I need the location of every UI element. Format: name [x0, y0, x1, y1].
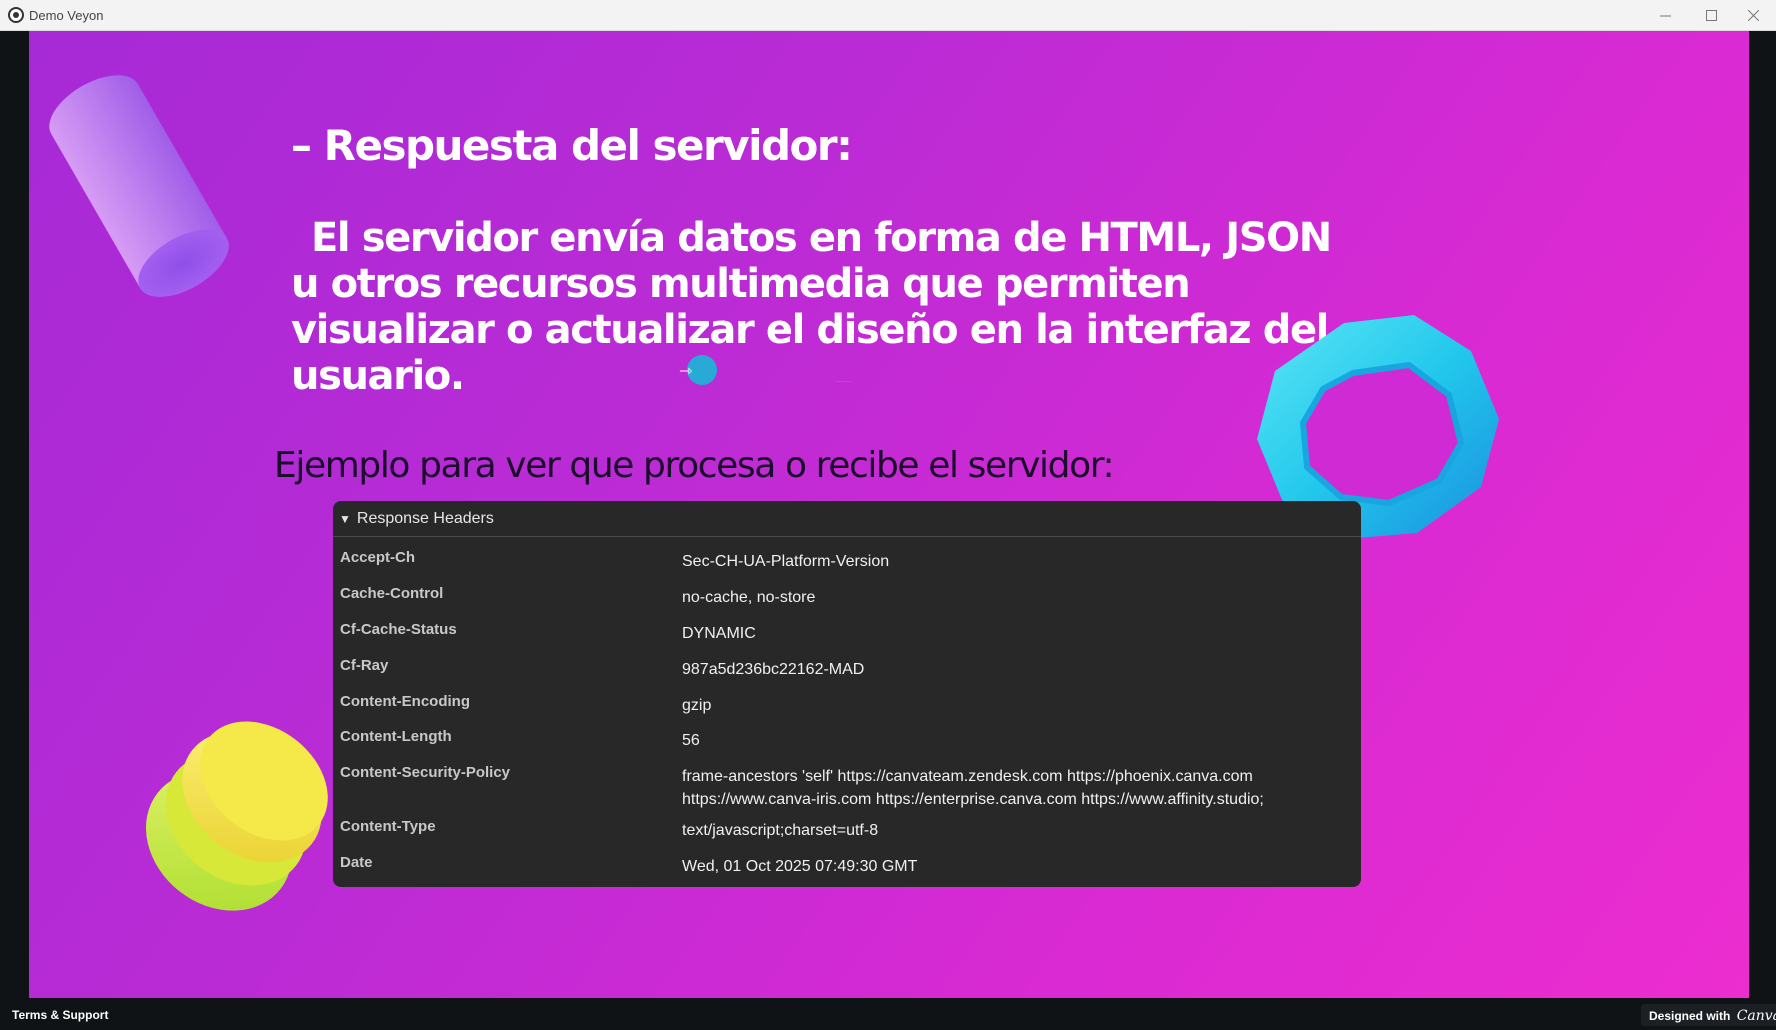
footer-bar: Terms & Support Designed with Canva [0, 998, 1776, 1030]
close-button[interactable] [1730, 0, 1776, 31]
paragraph-text: El servidor envía datos en forma de HTML… [291, 215, 1332, 399]
app-window: Demo Veyon – Respuesta del servidor: El … [0, 0, 1776, 1030]
slide-heading: – Respuesta del servidor: [291, 121, 853, 170]
header-value: 987a5d236bc22162-MAD [682, 661, 865, 678]
presentation-slide: – Respuesta del servidor: El servidor en… [29, 31, 1749, 998]
designed-with-canva-badge[interactable]: Designed with Canva [1641, 1004, 1776, 1026]
minimize-icon [1659, 15, 1671, 17]
header-value: text/javascript;charset=utf-8 [682, 822, 879, 839]
header-name: Content-Type [340, 818, 436, 835]
header-value: frame-ancestors 'self' https://canvateam… [682, 768, 1264, 808]
maximize-button[interactable] [1688, 0, 1734, 31]
minimize-button[interactable] [1642, 0, 1688, 31]
close-icon [1747, 10, 1759, 21]
designed-with-label: Designed with [1649, 1009, 1731, 1023]
header-value: DYNAMIC [682, 625, 756, 642]
terms-support-link[interactable]: Terms & Support [12, 1008, 108, 1022]
header-name: Content-Length [340, 728, 452, 745]
header-name: Content-Encoding [340, 693, 470, 710]
header-value: Sec-CH-UA-Platform-Version [682, 553, 890, 570]
caret-down-icon: ▼ [339, 511, 351, 526]
decorative-dash [835, 381, 851, 382]
header-name: Date [340, 854, 373, 871]
mouse-cursor-icon: ⇾ [679, 363, 693, 380]
header-name: Cache-Control [340, 585, 444, 602]
canva-logo: Canva [1736, 1008, 1776, 1024]
macaron-icon [145, 721, 328, 911]
header-name: Content-Security-Policy [340, 764, 511, 781]
response-headers-panel: ▼ Response Headers Accept-Ch Sec-CH-UA-P… [333, 501, 1361, 887]
panel-title: Response Headers [356, 509, 494, 527]
header-name: Accept-Ch [340, 549, 416, 566]
window-title: Demo Veyon [29, 8, 104, 23]
maximize-icon [1705, 10, 1717, 21]
purple-cylinder-shape [38, 61, 240, 311]
header-name: Cf-Ray [340, 657, 389, 674]
header-value: Wed, 01 Oct 2025 07:49:30 GMT [682, 858, 918, 875]
app-icon [8, 7, 24, 23]
title-bar: Demo Veyon [0, 0, 1776, 31]
header-value: no-cache, no-store [682, 589, 816, 606]
header-value: gzip [682, 697, 712, 714]
header-name: Cf-Cache-Status [340, 621, 457, 638]
cylinder-end-shape [127, 215, 240, 311]
header-value: 56 [682, 732, 700, 749]
response-headers-toggle[interactable]: ▼ Response Headers [333, 501, 1361, 537]
example-caption: Ejemplo para ver que procesa o recibe el… [274, 445, 1115, 486]
yellow-green-macaron-shape [124, 711, 344, 921]
slide-paragraph: El servidor envía datos en forma de HTML… [291, 215, 1351, 399]
